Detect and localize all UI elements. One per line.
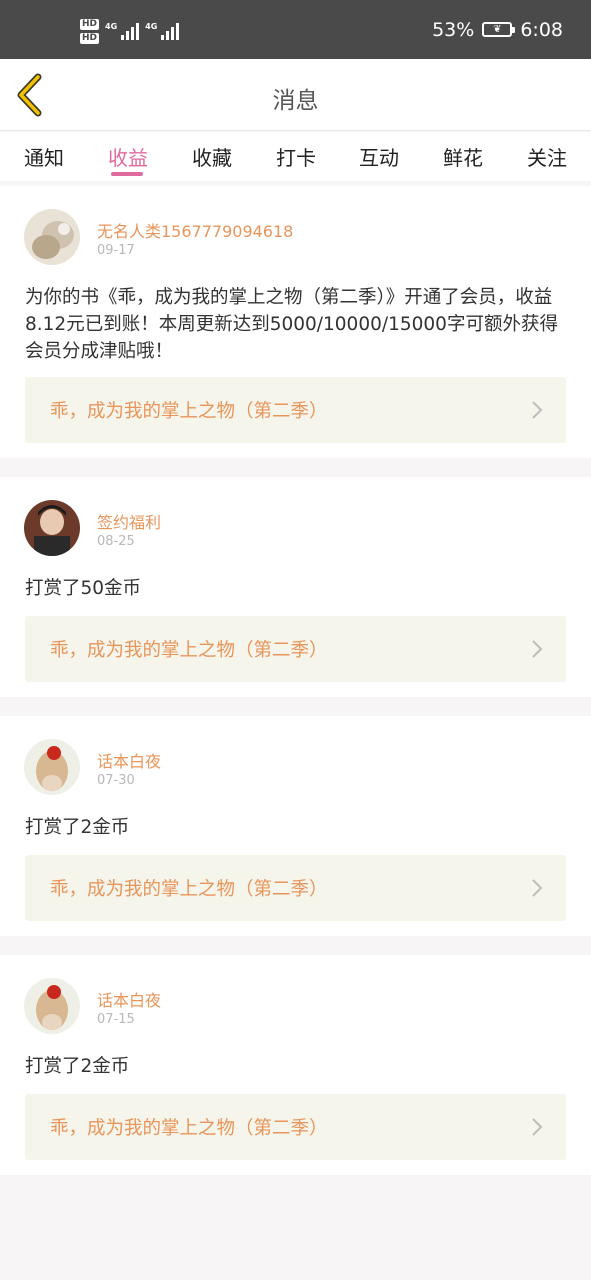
signal-icon-1: 4G bbox=[105, 22, 140, 40]
active-tab-indicator bbox=[111, 172, 143, 176]
message-text: 打赏了2金币 bbox=[25, 1056, 130, 1077]
book-title: 乖，成为我的掌上之物（第二季） bbox=[50, 879, 328, 900]
message-text: 为你的书《乖，成为我的掌上之物（第二季）》开通了会员，收益8.12元已到账！本周… bbox=[25, 287, 558, 362]
message-text: 打赏了2金币 bbox=[25, 817, 130, 838]
message-date: 07-30 bbox=[97, 773, 135, 788]
book-link[interactable]: 乖，成为我的掌上之物（第二季） bbox=[25, 855, 566, 921]
chevron-right-icon bbox=[532, 640, 543, 658]
chevron-right-icon bbox=[532, 879, 543, 897]
message-card: 话本白夜 07-15 打赏了2金币 乖，成为我的掌上之物（第二季） bbox=[0, 955, 591, 1175]
battery-percent: 53% bbox=[432, 18, 475, 41]
network-type-2: 4G bbox=[145, 22, 158, 31]
tab-bar: 通知 收益 收藏 打卡 互动 鲜花 关注 bbox=[0, 132, 591, 181]
book-title: 乖，成为我的掌上之物（第二季） bbox=[50, 640, 328, 661]
title-bar: 消息 bbox=[0, 59, 591, 131]
hd-badge-2: HD bbox=[80, 32, 100, 44]
avatar[interactable] bbox=[24, 978, 80, 1034]
hd-badge-1: HD bbox=[80, 18, 100, 30]
book-link[interactable]: 乖，成为我的掌上之物（第二季） bbox=[25, 377, 566, 443]
signal-icon-2: 4G bbox=[145, 22, 180, 40]
message-card: 签约福利 08-25 打赏了50金币 乖，成为我的掌上之物（第二季） bbox=[0, 477, 591, 697]
tab-flowers[interactable]: 鲜花 bbox=[433, 142, 493, 171]
username[interactable]: 话本白夜 bbox=[97, 987, 161, 1011]
book-title: 乖，成为我的掌上之物（第二季） bbox=[50, 1118, 328, 1139]
tab-favorites[interactable]: 收藏 bbox=[182, 142, 242, 171]
book-link[interactable]: 乖，成为我的掌上之物（第二季） bbox=[25, 1094, 566, 1160]
avatar[interactable] bbox=[24, 739, 80, 795]
book-title: 乖，成为我的掌上之物（第二季） bbox=[50, 401, 328, 422]
status-bar: HD HD 4G 4G 53% ❦ 6:08 bbox=[0, 0, 591, 59]
message-card: 话本白夜 07-30 打赏了2金币 乖，成为我的掌上之物（第二季） bbox=[0, 716, 591, 936]
tab-interaction[interactable]: 互动 bbox=[349, 142, 409, 171]
page-title: 消息 bbox=[272, 88, 319, 114]
username[interactable]: 话本白夜 bbox=[97, 748, 161, 772]
book-link[interactable]: 乖，成为我的掌上之物（第二季） bbox=[25, 616, 566, 682]
tab-earnings[interactable]: 收益 bbox=[98, 142, 158, 171]
battery-saver-leaf-icon: ❦ bbox=[482, 22, 516, 37]
message-date: 08-25 bbox=[97, 534, 135, 549]
tab-checkin[interactable]: 打卡 bbox=[266, 142, 326, 171]
message-date: 09-17 bbox=[97, 243, 135, 258]
chevron-right-icon bbox=[532, 1118, 543, 1136]
chevron-right-icon bbox=[532, 401, 543, 419]
network-type-1: 4G bbox=[105, 22, 118, 31]
avatar[interactable] bbox=[24, 500, 80, 556]
clock: 6:08 bbox=[520, 18, 563, 41]
message-text: 打赏了50金币 bbox=[25, 578, 142, 599]
avatar[interactable] bbox=[24, 209, 80, 265]
username[interactable]: 无名人类1567779094618 bbox=[97, 218, 293, 242]
message-card: 无名人类1567779094618 09-17 为你的书《乖，成为我的掌上之物（… bbox=[0, 186, 591, 458]
tab-follow[interactable]: 关注 bbox=[517, 142, 577, 171]
signal-indicators: HD HD 4G 4G bbox=[80, 16, 180, 46]
message-date: 07-15 bbox=[97, 1012, 135, 1027]
username[interactable]: 签约福利 bbox=[97, 509, 161, 533]
tab-notice[interactable]: 通知 bbox=[14, 142, 74, 171]
